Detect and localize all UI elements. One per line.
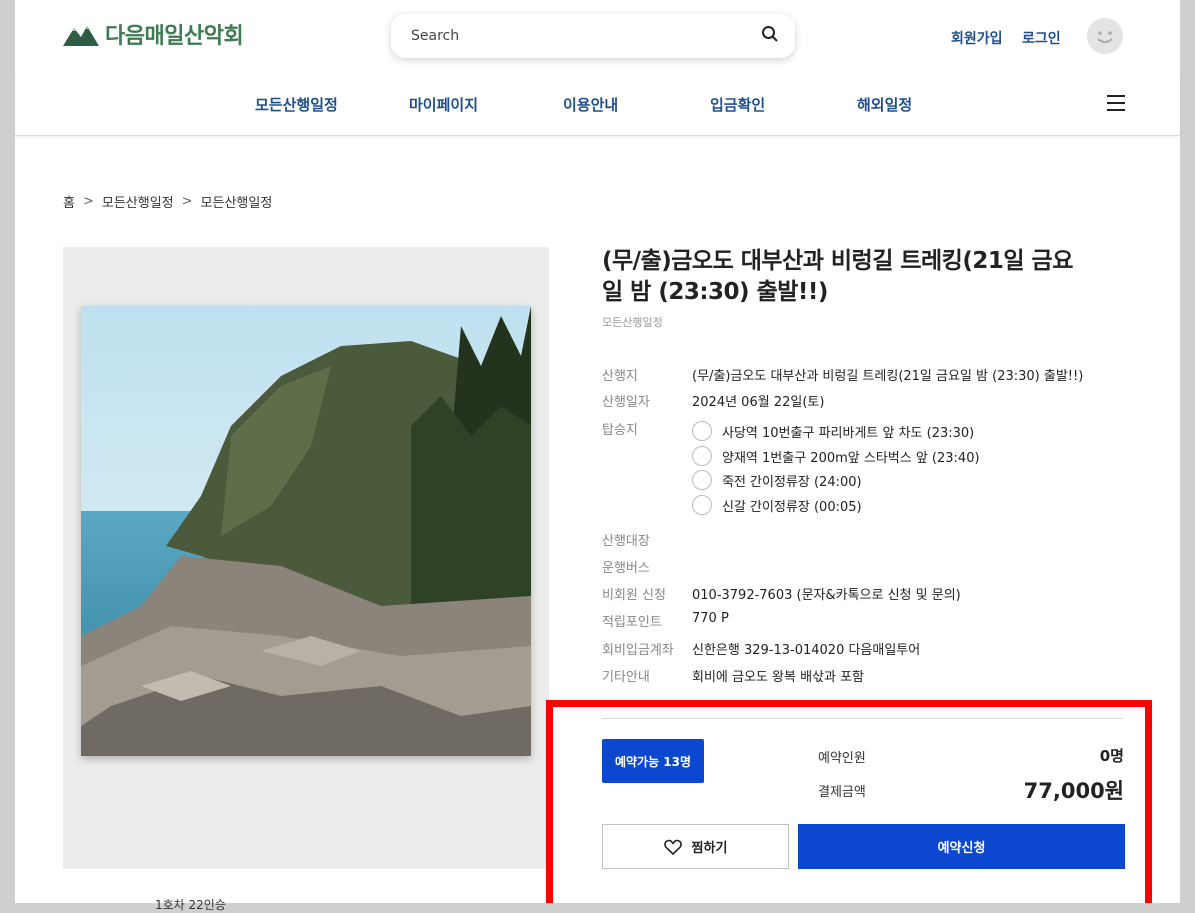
breadcrumb: 홈 > 모든산행일정 > 모든산행일정 [63, 192, 272, 211]
smiley-avatar-icon [1097, 31, 1113, 43]
search-bar [391, 14, 795, 58]
nav-item-overseas[interactable]: 해외일정 [857, 94, 912, 115]
info-value: 신한은행 329-13-014020 다음매일투어 [692, 643, 921, 658]
login-link[interactable]: 로그인 [1022, 28, 1061, 48]
bus-info-text: 1호차 22인승 [155, 898, 226, 912]
main-nav: 모든산행일정 마이페이지 이용안내 입금확인 해외일정 [15, 72, 1180, 136]
header: 다음매일산악회 회원가입 로그인 [15, 0, 1180, 73]
info-label: 비회원 신청 [602, 588, 666, 603]
nav-item-mypage[interactable]: 마이페이지 [409, 94, 478, 115]
price-value: 77,000원 [1023, 779, 1124, 803]
heart-icon [663, 839, 682, 855]
people-value: 0명 [1099, 747, 1124, 765]
radio-button[interactable] [692, 421, 712, 441]
logo[interactable]: 다음매일산악회 [63, 18, 244, 50]
radio-button[interactable] [692, 470, 712, 490]
people-label: 예약인원 [818, 751, 866, 766]
hamburger-menu-icon[interactable] [1107, 95, 1125, 111]
nav-item-guide[interactable]: 이용안내 [563, 94, 618, 115]
signup-link[interactable]: 회원가입 [951, 28, 1003, 48]
info-label: 탑승지 [602, 423, 638, 438]
mountain-logo-icon [63, 26, 99, 46]
breadcrumb-category[interactable]: 모든산행일정 [102, 192, 174, 211]
wishlist-button[interactable]: 찜하기 [602, 824, 789, 869]
breadcrumb-current[interactable]: 모든산행일정 [201, 192, 273, 211]
page: 다음매일산악회 회원가입 로그인 모든산행일정 마이페이지 이용안내 입금확인 … [15, 0, 1180, 912]
logo-text: 다음매일산악회 [105, 24, 244, 49]
nav-item-all-schedules[interactable]: 모든산행일정 [255, 94, 338, 115]
availability-badge: 예약가능 13명 [602, 739, 704, 783]
avatar[interactable] [1087, 18, 1123, 54]
price-label: 결제금액 [818, 785, 866, 800]
breadcrumb-separator: > [82, 194, 94, 209]
boarding-option[interactable]: 양재역 1번출구 200m앞 스타벅스 앞 (23:40) [692, 446, 980, 466]
search-icon[interactable] [761, 25, 779, 43]
product-image-panel [63, 247, 549, 869]
info-label: 회비입금계좌 [602, 643, 674, 658]
radio-button[interactable] [692, 495, 712, 515]
info-label: 기타안내 [602, 670, 650, 685]
info-value: 010-3792-7603 (문자&카톡으로 신청 및 문의) [692, 588, 961, 603]
breadcrumb-separator: > [181, 194, 193, 209]
breadcrumb-home[interactable]: 홈 [63, 192, 75, 211]
reserve-button[interactable]: 예약신청 [798, 824, 1125, 869]
info-value: 2024년 06월 22일(토) [692, 395, 825, 410]
boarding-option[interactable]: 죽전 간이정류장 (24:00) [692, 470, 862, 490]
info-label: 산행일자 [602, 395, 650, 410]
boarding-option[interactable]: 사당역 10번출구 파리바게트 앞 차도 (23:30) [692, 421, 974, 441]
info-value: 770 P [692, 611, 729, 626]
radio-button[interactable] [692, 446, 712, 466]
divider [602, 718, 1124, 719]
product-title: (무/출)금오도 대부산과 비렁길 트레킹(21일 금요일 밤 (23:30) … [602, 248, 1073, 305]
info-value: 회비에 금오도 왕복 배삯과 포함 [692, 670, 865, 685]
info-label: 산행대장 [602, 534, 650, 549]
info-label: 산행지 [602, 369, 638, 384]
info-label: 적립포인트 [602, 615, 662, 630]
boarding-option-label: 신갈 간이정류장 (00:05) [722, 499, 862, 515]
wishlist-label: 찜하기 [691, 841, 728, 856]
product-category[interactable]: 모든산행일정 [602, 314, 663, 330]
product-photo [81, 306, 531, 756]
boarding-option[interactable]: 신갈 간이정류장 (00:05) [692, 495, 862, 515]
boarding-option-label: 양재역 1번출구 200m앞 스타벅스 앞 (23:40) [722, 450, 980, 466]
coastal-cliff-photo [81, 306, 531, 756]
boarding-option-label: 사당역 10번출구 파리바게트 앞 차도 (23:30) [722, 425, 975, 441]
nav-item-deposit-check[interactable]: 입금확인 [710, 94, 765, 115]
search-input[interactable] [409, 27, 743, 45]
info-label: 운행버스 [602, 561, 650, 576]
info-value: (무/출)금오도 대부산과 비렁길 트레킹(21일 금요일 밤 (23:30) … [692, 369, 1084, 384]
boarding-option-label: 죽전 간이정류장 (24:00) [722, 474, 862, 490]
